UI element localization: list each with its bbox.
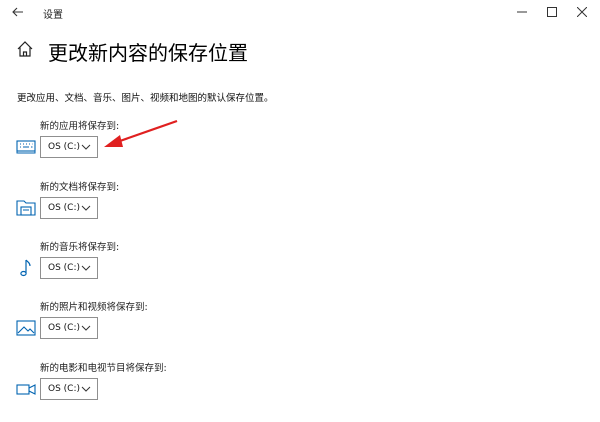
arrow-left-icon [12,7,23,17]
chevron-down-icon [81,265,91,271]
apps-location-dropdown[interactable]: OS (C:) [40,136,98,158]
music-note-icon [20,259,31,277]
movies-location-value: OS (C:) [48,384,80,394]
section-label-photos: 新的照片和视频将保存到: [40,302,148,313]
chevron-down-icon [81,386,91,392]
page-title: 更改新内容的保存位置 [48,41,248,65]
chevron-down-icon [81,144,91,150]
music-location-value: OS (C:) [48,263,80,273]
picture-icon [16,320,36,336]
chevron-down-icon [81,205,91,211]
photos-location-dropdown[interactable]: OS (C:) [40,317,98,339]
document-drive-icon [16,200,36,216]
page-description: 更改应用、文档、音乐、图片、视频和地图的默认保存位置。 [17,93,274,104]
minimize-button[interactable] [506,0,538,24]
section-label-apps: 新的应用将保存到: [40,121,120,132]
app-title: 设置 [43,10,63,21]
documents-location-dropdown[interactable]: OS (C:) [40,197,98,219]
music-location-dropdown[interactable]: OS (C:) [40,257,98,279]
title-bar: 设置 [0,0,600,24]
section-label-documents: 新的文档将保存到: [40,182,120,193]
back-button[interactable] [8,2,28,22]
maximize-icon [547,7,557,17]
photos-location-value: OS (C:) [48,323,80,333]
maximize-button[interactable] [536,0,568,24]
video-camera-icon [16,384,36,395]
chevron-down-icon [81,325,91,331]
section-label-music: 新的音乐将保存到: [40,242,120,253]
home-icon[interactable] [16,40,34,58]
close-button[interactable] [566,0,598,24]
monitor-keyboard-icon [16,140,36,154]
movies-location-dropdown[interactable]: OS (C:) [40,378,98,400]
minimize-icon [517,11,527,13]
apps-location-value: OS (C:) [48,142,80,152]
documents-location-value: OS (C:) [48,203,80,213]
section-label-movies: 新的电影和电视节目将保存到: [40,363,167,374]
close-icon [577,7,587,17]
